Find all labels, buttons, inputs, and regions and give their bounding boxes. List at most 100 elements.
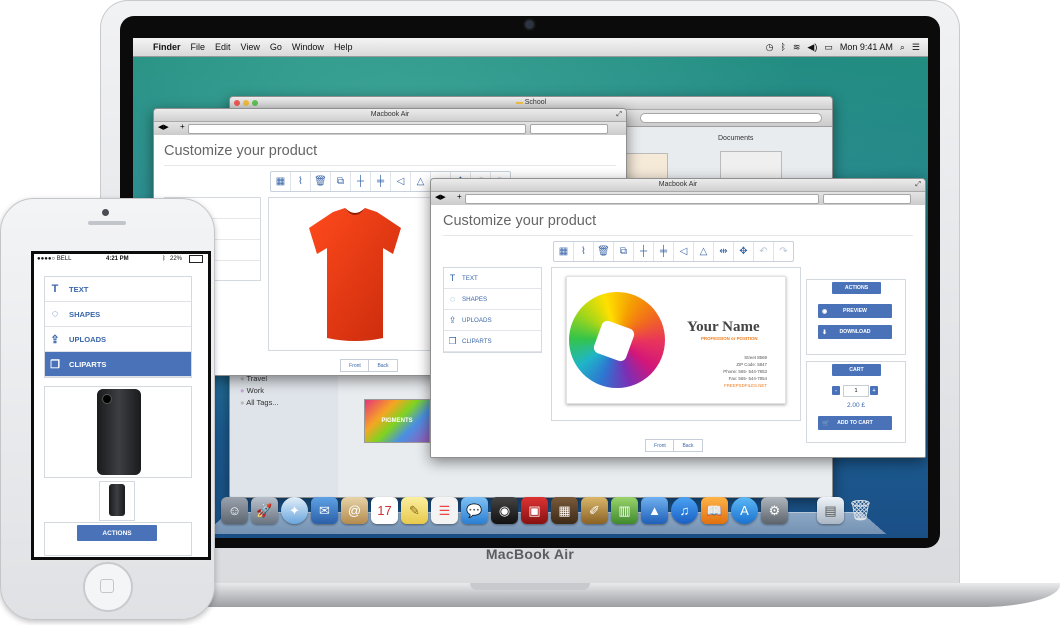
menu-item-text[interactable]: T TEXT [45, 277, 191, 302]
duplicate-icon[interactable]: ⧉ [331, 172, 351, 191]
new-tab-icon[interactable]: + [457, 192, 462, 201]
itunes-icon[interactable]: ♫ [671, 497, 698, 524]
menu-item-uploads[interactable]: ⇪ UPLOADS [45, 327, 191, 352]
mail-icon[interactable]: ✉ [311, 497, 338, 524]
brush-icon[interactable]: ⌇ [574, 242, 594, 261]
redo-icon[interactable]: ↷ [774, 242, 793, 261]
finder-search-field[interactable] [640, 113, 822, 123]
volume-icon[interactable]: ◀) [807, 42, 817, 53]
add-to-cart-button[interactable]: 🛒 ADD TO CART [818, 416, 892, 430]
align-icon[interactable]: ⇹ [714, 242, 734, 261]
notification-center-icon[interactable]: ☰ [912, 42, 920, 53]
menu-item-label: TEXT [69, 284, 89, 294]
trash-icon[interactable]: 🗑 [594, 242, 614, 261]
numbers-icon[interactable]: ▥ [611, 497, 638, 524]
menu-item-text[interactable]: T TEXT [444, 268, 541, 289]
tag-all[interactable]: ● All Tags... [240, 397, 279, 409]
undo-icon[interactable]: ↶ [754, 242, 774, 261]
menu-window[interactable]: Window [292, 42, 324, 52]
calendar-icon[interactable]: 17 [371, 497, 398, 524]
facetime-icon[interactable]: ◉ [491, 497, 518, 524]
front-side-button[interactable]: Front [340, 359, 370, 372]
menu-item-shapes[interactable]: ◌ SHAPES [444, 289, 541, 310]
preview-button[interactable]: ◉ PREVIEW [818, 304, 892, 318]
downloads-stack-icon[interactable]: ▤ [817, 497, 844, 524]
flip-horizontal-icon[interactable]: ◁ [674, 242, 694, 261]
contacts-icon[interactable]: @ [341, 497, 368, 524]
bluetooth-icon[interactable]: ᛒ [780, 42, 785, 52]
address-bar[interactable] [465, 194, 819, 204]
front-side-button[interactable]: Front [645, 439, 675, 452]
quantity-decrease-button[interactable]: - [832, 386, 840, 395]
mobile-product-preview[interactable] [44, 386, 192, 478]
time-machine-icon[interactable]: ◷ [766, 42, 774, 53]
clock[interactable]: Mon 9:41 AM [840, 42, 893, 52]
product-canvas[interactable] [268, 197, 438, 351]
battery-icon[interactable]: ▭ [824, 42, 833, 53]
wifi-icon[interactable]: ≋ [793, 42, 801, 53]
app-store-icon[interactable]: A [731, 497, 758, 524]
quantity-increase-button[interactable]: + [870, 386, 878, 395]
back-side-button[interactable]: Back [673, 439, 703, 452]
download-button[interactable]: ⬇ DOWNLOAD [818, 325, 892, 339]
menu-item-cliparts[interactable]: ❐ CLIPARTS [444, 331, 541, 352]
close-button[interactable] [234, 100, 240, 106]
fullscreen-icon[interactable]: ⤢ [915, 179, 921, 191]
address-bar[interactable] [188, 124, 526, 134]
grid-icon[interactable]: ▦ [554, 242, 574, 261]
trash-icon[interactable]: 🗑 [847, 497, 874, 524]
keynote-icon[interactable]: ▲ [641, 497, 668, 524]
menu-finder[interactable]: Finder [153, 42, 181, 52]
safari-icon[interactable]: ✦ [281, 497, 308, 524]
iphoto-icon[interactable]: ▦ [551, 497, 578, 524]
center-vertical-icon[interactable]: ╪ [371, 172, 391, 191]
finder-app-icon[interactable]: ☺ [221, 497, 248, 524]
menu-view[interactable]: View [241, 42, 260, 52]
pigments-thumbnail[interactable]: PIGMENTS [364, 399, 430, 443]
flip-horizontal-icon[interactable]: ◁ [391, 172, 411, 191]
back-side-button[interactable]: Back [368, 359, 398, 372]
center-vertical-icon[interactable]: ╪ [654, 242, 674, 261]
fullscreen-icon[interactable]: ⤢ [616, 109, 622, 121]
brush-icon[interactable]: ⌇ [291, 172, 311, 191]
minimize-button[interactable] [243, 100, 249, 106]
trash-icon[interactable]: 🗑 [311, 172, 331, 191]
center-horizontal-icon[interactable]: ┼ [634, 242, 654, 261]
back-nav-icon[interactable]: ◀▶ [158, 123, 169, 131]
pages-icon[interactable]: ✐ [581, 497, 608, 524]
notes-icon[interactable]: ✎ [401, 497, 428, 524]
menu-edit[interactable]: Edit [215, 42, 231, 52]
center-horizontal-icon[interactable]: ┼ [351, 172, 371, 191]
system-preferences-icon[interactable]: ⚙ [761, 497, 788, 524]
zoom-button[interactable] [252, 100, 258, 106]
menu-item-shapes[interactable]: ◌ SHAPES [45, 302, 191, 327]
spotlight-icon[interactable]: ⌕ [900, 42, 905, 53]
messages-icon[interactable]: 💬 [461, 497, 488, 524]
business-card[interactable]: Your Name PROFESSION or POSITION Street … [566, 276, 786, 404]
add-to-cart-label: ADD TO CART [837, 420, 873, 426]
menu-file[interactable]: File [191, 42, 206, 52]
duplicate-icon[interactable]: ⧉ [614, 242, 634, 261]
new-tab-icon[interactable]: + [180, 122, 185, 131]
launchpad-icon[interactable]: 🚀 [251, 497, 278, 524]
quantity-input[interactable]: 1 [843, 385, 869, 397]
photo-booth-icon[interactable]: ▣ [521, 497, 548, 524]
menu-item-uploads[interactable]: ⇪ UPLOADS [444, 310, 541, 331]
grid-icon[interactable]: ▦ [271, 172, 291, 191]
reminders-icon[interactable]: ☰ [431, 497, 458, 524]
back-nav-icon[interactable]: ◀▶ [435, 193, 446, 201]
mobile-thumbnail[interactable] [99, 481, 135, 521]
browser-search-field[interactable] [530, 124, 608, 134]
flip-vertical-icon[interactable]: △ [411, 172, 431, 191]
home-button[interactable] [83, 562, 133, 612]
browser-search-field[interactable] [823, 194, 911, 204]
menu-item-cliparts[interactable]: ❐ CLIPARTS [45, 352, 191, 377]
tag-work[interactable]: ● Work [240, 385, 279, 397]
mobile-actions-button[interactable]: ACTIONS [77, 525, 157, 541]
menu-go[interactable]: Go [270, 42, 282, 52]
distribute-icon[interactable]: ✥ [734, 242, 754, 261]
product-canvas[interactable]: Your Name PROFESSION or POSITION Street … [551, 267, 801, 421]
menu-help[interactable]: Help [334, 42, 353, 52]
ibooks-icon[interactable]: 📖 [701, 497, 728, 524]
flip-vertical-icon[interactable]: △ [694, 242, 714, 261]
